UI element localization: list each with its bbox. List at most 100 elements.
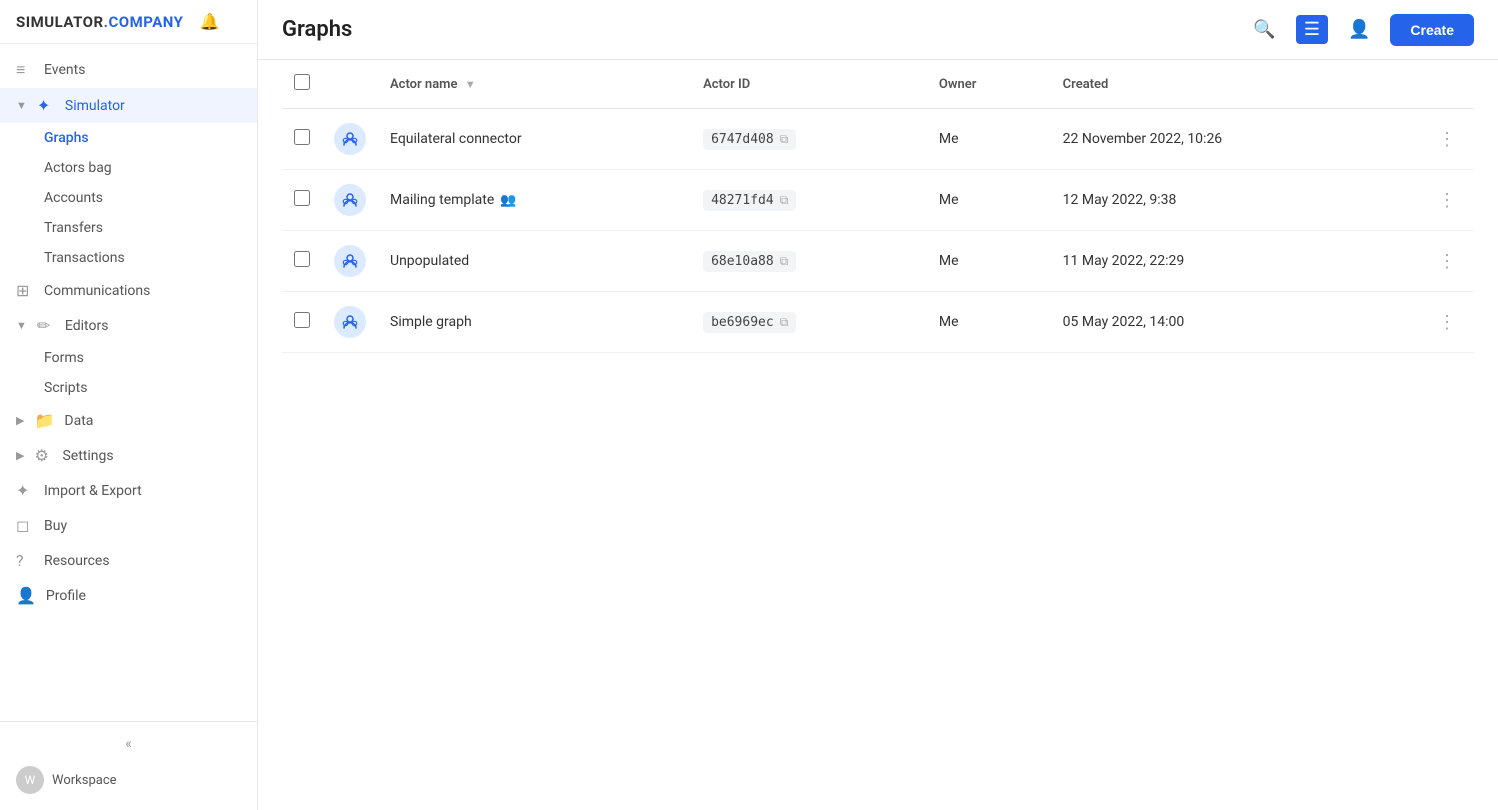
user-button[interactable]: 👤 [1340,15,1378,44]
bell-icon[interactable]: 🔔 [199,12,219,31]
row-created-cell: 22 November 2022, 10:26 [1051,109,1420,170]
row-actor-id-cell: 6747d408 ⧉ [691,109,927,170]
row-more-button[interactable]: ⋮ [1432,127,1462,152]
row-actor-icon-cell [322,292,378,353]
search-button[interactable]: 🔍 [1245,15,1283,44]
row-checkbox-cell [282,292,322,353]
actor-name-text: Mailing template 👥 [390,192,679,208]
sidebar-item-simulator[interactable]: ▼ ✦ Simulator [0,88,257,123]
sidebar-item-data[interactable]: ▶ 📁 Data [0,403,257,438]
sidebar-item-actors-bag[interactable]: Actors bag [0,153,257,183]
row-actor-name-cell: Unpopulated [378,231,691,292]
actor-id-value: 48271fd4 [711,193,774,208]
table-row: Equilateral connector 6747d408 ⧉ Me 22 N… [282,109,1474,170]
header-created: Created [1051,60,1420,109]
events-icon: ≡ [16,60,34,80]
row-checkbox-cell [282,109,322,170]
graphs-table: Actor name ▼ Actor ID Owner Created [282,60,1474,353]
copy-icon[interactable]: ⧉ [780,315,789,330]
row-owner-cell: Me [927,109,1051,170]
table-body: Equilateral connector 6747d408 ⧉ Me 22 N… [282,109,1474,353]
actor-icon [334,306,366,338]
row-checkbox-1[interactable] [294,190,310,206]
sidebar-item-resources[interactable]: ? Resources [0,543,257,578]
create-button[interactable]: Create [1390,14,1474,46]
communications-icon: ⊞ [16,281,34,300]
row-actions-cell: ⋮ [1420,109,1474,170]
sidebar-item-editors-label: Editors [65,318,109,334]
sidebar-item-import-export-label: Import & Export [44,483,142,499]
sidebar-item-simulator-label: Simulator [65,98,125,114]
sidebar-item-communications[interactable]: ⊞ Communications [0,273,257,308]
table-row: Unpopulated 68e10a88 ⧉ Me 11 May 2022, 2… [282,231,1474,292]
row-checkbox-2[interactable] [294,251,310,267]
graphs-table-container: Actor name ▼ Actor ID Owner Created [258,60,1498,810]
table-row: Simple graph be6969ec ⧉ Me 05 May 2022, … [282,292,1474,353]
header-actor-id: Actor ID [691,60,927,109]
header-actor-icon [322,60,378,109]
sidebar-item-forms[interactable]: Forms [0,343,257,373]
chevron-down-icon-editors: ▼ [16,319,27,332]
row-checkbox-3[interactable] [294,312,310,328]
row-created-cell: 11 May 2022, 22:29 [1051,231,1420,292]
row-checkbox-cell [282,231,322,292]
row-more-button[interactable]: ⋮ [1432,249,1462,274]
list-view-button[interactable]: ☰ [1296,15,1328,44]
row-more-button[interactable]: ⋮ [1432,188,1462,213]
sidebar-item-accounts[interactable]: Accounts [0,183,257,213]
sidebar-item-editors[interactable]: ▼ ✏ Editors [0,308,257,343]
sidebar-item-scripts[interactable]: Scripts [0,373,257,403]
sidebar-item-buy-label: Buy [44,518,67,534]
sidebar-item-settings[interactable]: ▶ ⚙ Settings [0,438,257,473]
import-export-icon: ✦ [16,481,34,500]
row-actor-icon-cell [322,170,378,231]
main-content: Graphs 🔍 ☰ 👤 Create Actor name ▼ [258,0,1498,810]
copy-icon[interactable]: ⧉ [780,254,789,269]
collapse-icon: « [125,736,132,752]
row-checkbox-0[interactable] [294,129,310,145]
table-header: Actor name ▼ Actor ID Owner Created [282,60,1474,109]
chevron-down-icon: ▼ [16,99,27,112]
topbar-actions: 🔍 ☰ 👤 Create [1245,14,1474,46]
actor-name-text: Simple graph [390,314,679,330]
sidebar-item-communications-label: Communications [44,283,150,299]
sidebar-nav: ≡ Events ▼ ✦ Simulator Graphs Actors bag… [0,44,257,721]
chevron-right-icon-data: ▶ [16,414,24,427]
select-all-checkbox[interactable] [294,74,310,90]
row-owner-cell: Me [927,170,1051,231]
row-actor-id-cell: 48271fd4 ⧉ [691,170,927,231]
actor-id-badge: 48271fd4 ⧉ [703,190,796,211]
row-more-button[interactable]: ⋮ [1432,310,1462,335]
sidebar-item-settings-label: Settings [62,448,113,464]
row-actor-name-cell: Equilateral connector [378,109,691,170]
copy-icon[interactable]: ⧉ [780,132,789,147]
settings-icon: ⚙ [34,446,52,465]
sidebar-item-graphs[interactable]: Graphs [0,123,257,153]
actor-id-value: 6747d408 [711,132,774,147]
sidebar-item-data-label: Data [64,413,93,429]
simulator-icon: ✦ [37,96,55,115]
sidebar-item-profile[interactable]: 👤 Profile [0,578,257,613]
brand-company: .COMPANY [104,13,184,31]
row-owner-cell: Me [927,292,1051,353]
sidebar-item-import-export[interactable]: ✦ Import & Export [0,473,257,508]
header-actor-name[interactable]: Actor name ▼ [378,60,691,109]
sidebar-item-events-label: Events [44,62,85,78]
header-actions [1420,60,1474,109]
row-actor-id-cell: 68e10a88 ⧉ [691,231,927,292]
sidebar-item-transfers[interactable]: Transfers [0,213,257,243]
sidebar-bottom: « W Workspace [0,721,257,810]
sidebar: SIMULATOR.COMPANY 🔔 ≡ Events ▼ ✦ Simulat… [0,0,258,810]
brand-logo: SIMULATOR.COMPANY [16,13,183,31]
workspace-label: Workspace [52,773,117,788]
actor-id-badge: be6969ec ⧉ [703,312,796,333]
collapse-button[interactable]: « [0,730,257,758]
row-actor-name-cell: Mailing template 👥 [378,170,691,231]
sidebar-item-buy[interactable]: ◻ Buy [0,508,257,543]
row-actions-cell: ⋮ [1420,170,1474,231]
sidebar-item-events[interactable]: ≡ Events [0,52,257,88]
buy-icon: ◻ [16,516,34,535]
copy-icon[interactable]: ⧉ [780,193,789,208]
resources-icon: ? [16,551,34,570]
sidebar-item-transactions[interactable]: Transactions [0,243,257,273]
